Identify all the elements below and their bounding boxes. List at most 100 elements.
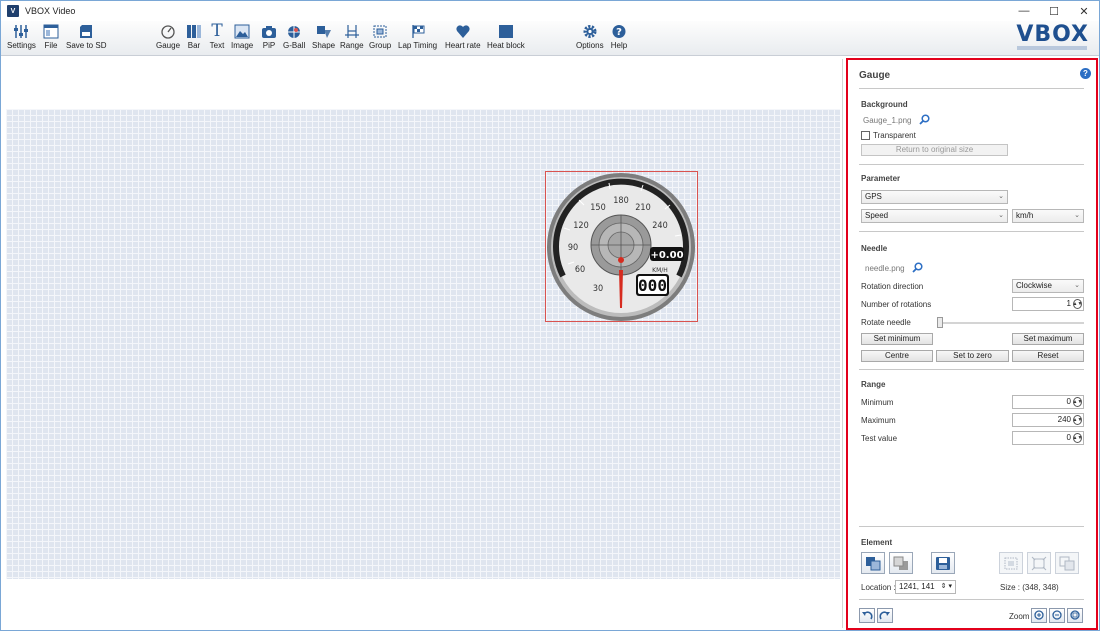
search-icon[interactable] xyxy=(912,262,923,273)
save-element-button[interactable] xyxy=(931,552,955,574)
gauge-scale-label: 210 xyxy=(635,203,650,213)
location-spin-down-icon[interactable]: ⇕ ▾ xyxy=(941,581,952,593)
zoom-label: Zoom xyxy=(1009,612,1030,621)
chevron-down-icon: ⌄ xyxy=(998,193,1004,200)
location-input[interactable]: 1241, 141 ⇕ ▾ xyxy=(895,580,956,594)
toolbar-gauge[interactable]: Gauge xyxy=(156,23,180,50)
toolbar-label: Settings xyxy=(7,41,36,50)
spinner-icon[interactable]: ▲▼ xyxy=(1073,397,1082,407)
toolbar-heat-block[interactable]: Heat block xyxy=(487,23,525,50)
set-minimum-button[interactable]: Set minimum xyxy=(861,333,933,345)
heat-block-icon xyxy=(497,23,515,40)
help-icon: ? xyxy=(610,23,628,40)
align-centre-button[interactable] xyxy=(999,552,1023,574)
element-heading: Element xyxy=(861,538,893,547)
toolbar-text[interactable]: T Text xyxy=(208,23,226,51)
minimize-button[interactable]: — xyxy=(1009,1,1039,21)
set-maximum-button[interactable]: Set maximum xyxy=(1012,333,1084,345)
parameter-source-select[interactable]: GPS ⌄ xyxy=(861,190,1008,204)
parameter-heading: Parameter xyxy=(861,174,901,183)
spinner-icon[interactable]: ▲▼ xyxy=(1073,415,1082,425)
undo-button[interactable] xyxy=(859,608,875,623)
toolbar-g-ball[interactable]: G-Ball xyxy=(283,23,305,50)
toolbar-label: Heart rate xyxy=(445,41,481,50)
toolbar-label: Save to SD xyxy=(66,41,107,50)
gauge-element[interactable]: 30 60 90 120 150 180 210 240 +0.00 KM/H xyxy=(545,171,698,322)
centre-button[interactable]: Centre xyxy=(861,350,933,362)
test-value-input[interactable]: 0 ▲▼ xyxy=(1012,431,1084,445)
parameter-source-value: GPS xyxy=(865,192,882,201)
editor-canvas[interactable]: 30 60 90 120 150 180 210 240 +0.00 KM/H xyxy=(5,59,843,628)
fit-to-screen-button[interactable] xyxy=(1027,552,1051,574)
window-controls: — ☐ ✕ xyxy=(1009,1,1099,21)
transparent-label: Transparent xyxy=(873,131,916,140)
gauge-scale-label: 60 xyxy=(575,265,585,275)
divider xyxy=(859,599,1084,600)
duplicate-element-button[interactable] xyxy=(1055,552,1079,574)
spinner-icon[interactable]: ▲▼ xyxy=(1073,433,1082,443)
return-to-original-size-button[interactable]: Return to original size xyxy=(861,144,1008,156)
close-button[interactable]: ✕ xyxy=(1069,1,1099,21)
heart-icon xyxy=(454,23,472,40)
title-bar: V VBOX Video — ☐ ✕ xyxy=(1,1,1099,21)
zoom-in-button[interactable] xyxy=(1031,608,1047,623)
undo-icon xyxy=(862,611,873,620)
toolbar-label: File xyxy=(44,41,58,50)
send-to-back-button[interactable] xyxy=(889,552,913,574)
spinner-icon[interactable]: ▲▼ xyxy=(1073,299,1082,309)
toolbar-settings[interactable]: Settings xyxy=(7,23,36,50)
maximize-button[interactable]: ☐ xyxy=(1039,1,1069,21)
toolbar-label: Gauge xyxy=(156,41,181,50)
search-icon[interactable] xyxy=(919,114,930,125)
toolbar-label: Shape xyxy=(312,41,336,50)
toolbar-label: PiP xyxy=(262,41,276,50)
rotation-direction-select[interactable]: Clockwise ⌄ xyxy=(1012,279,1084,293)
minimum-input[interactable]: 0 ▲▼ xyxy=(1012,395,1084,409)
shape-icon xyxy=(315,23,333,40)
bring-to-front-button[interactable] xyxy=(861,552,885,574)
panel-help-icon[interactable]: ? xyxy=(1080,68,1091,79)
gauge-scale-label: 180 xyxy=(613,196,628,206)
minimum-label: Minimum xyxy=(861,398,894,407)
zoom-out-button[interactable] xyxy=(1049,608,1065,623)
toolbar-save-to-sd[interactable]: Save to SD xyxy=(66,23,106,50)
parameter-unit-select[interactable]: km/h ⌄ xyxy=(1012,209,1084,223)
video-grid[interactable] xyxy=(6,109,840,579)
toolbar: Settings File Save to SD Gauge Bar T Tex… xyxy=(1,21,1099,56)
toolbar-range[interactable]: Range xyxy=(340,23,364,50)
gauge-widget: 30 60 90 120 150 180 210 240 +0.00 KM/H xyxy=(547,173,695,321)
toolbar-label: Heat block xyxy=(487,41,525,50)
toolbar-label: Bar xyxy=(187,41,201,50)
group-icon xyxy=(371,23,389,40)
rotate-needle-slider[interactable] xyxy=(937,322,1084,324)
gauge-scale-label: 120 xyxy=(573,221,588,231)
parameter-channel-select[interactable]: Speed ⌄ xyxy=(861,209,1008,223)
toolbar-pip[interactable]: PiP xyxy=(260,23,278,50)
maximum-label: Maximum xyxy=(861,416,896,425)
toolbar-label: Help xyxy=(610,41,628,50)
toolbar-heart-rate[interactable]: Heart rate xyxy=(445,23,481,50)
rotations-input[interactable]: 1 ▲▼ xyxy=(1012,297,1084,311)
toolbar-image[interactable]: Image xyxy=(231,23,253,50)
toolbar-bar[interactable]: Bar xyxy=(185,23,203,50)
maximum-input[interactable]: 240 ▲▼ xyxy=(1012,413,1084,427)
rotate-needle-slider-thumb[interactable] xyxy=(937,317,943,328)
toolbar-lap-timing[interactable]: Lap Timing xyxy=(398,23,437,50)
checkered-flag-icon xyxy=(409,23,427,40)
divider xyxy=(859,369,1084,370)
transparent-checkbox[interactable] xyxy=(861,131,870,140)
divider xyxy=(859,88,1084,89)
reset-button[interactable]: Reset xyxy=(1012,350,1084,362)
toolbar-file[interactable]: File xyxy=(42,23,60,50)
sd-card-icon xyxy=(77,23,95,40)
toolbar-help[interactable]: ? Help xyxy=(610,23,628,50)
redo-button[interactable] xyxy=(877,608,893,623)
toolbar-group[interactable]: Group xyxy=(369,23,391,50)
gauge-scale-label: 30 xyxy=(593,284,603,294)
set-to-zero-button[interactable]: Set to zero xyxy=(936,350,1009,362)
toolbar-options[interactable]: Options xyxy=(576,23,604,50)
panel-title: Gauge xyxy=(859,70,891,81)
align-centre-icon xyxy=(1004,557,1018,569)
toolbar-shape[interactable]: Shape xyxy=(312,23,335,50)
zoom-fit-button[interactable] xyxy=(1067,608,1083,623)
